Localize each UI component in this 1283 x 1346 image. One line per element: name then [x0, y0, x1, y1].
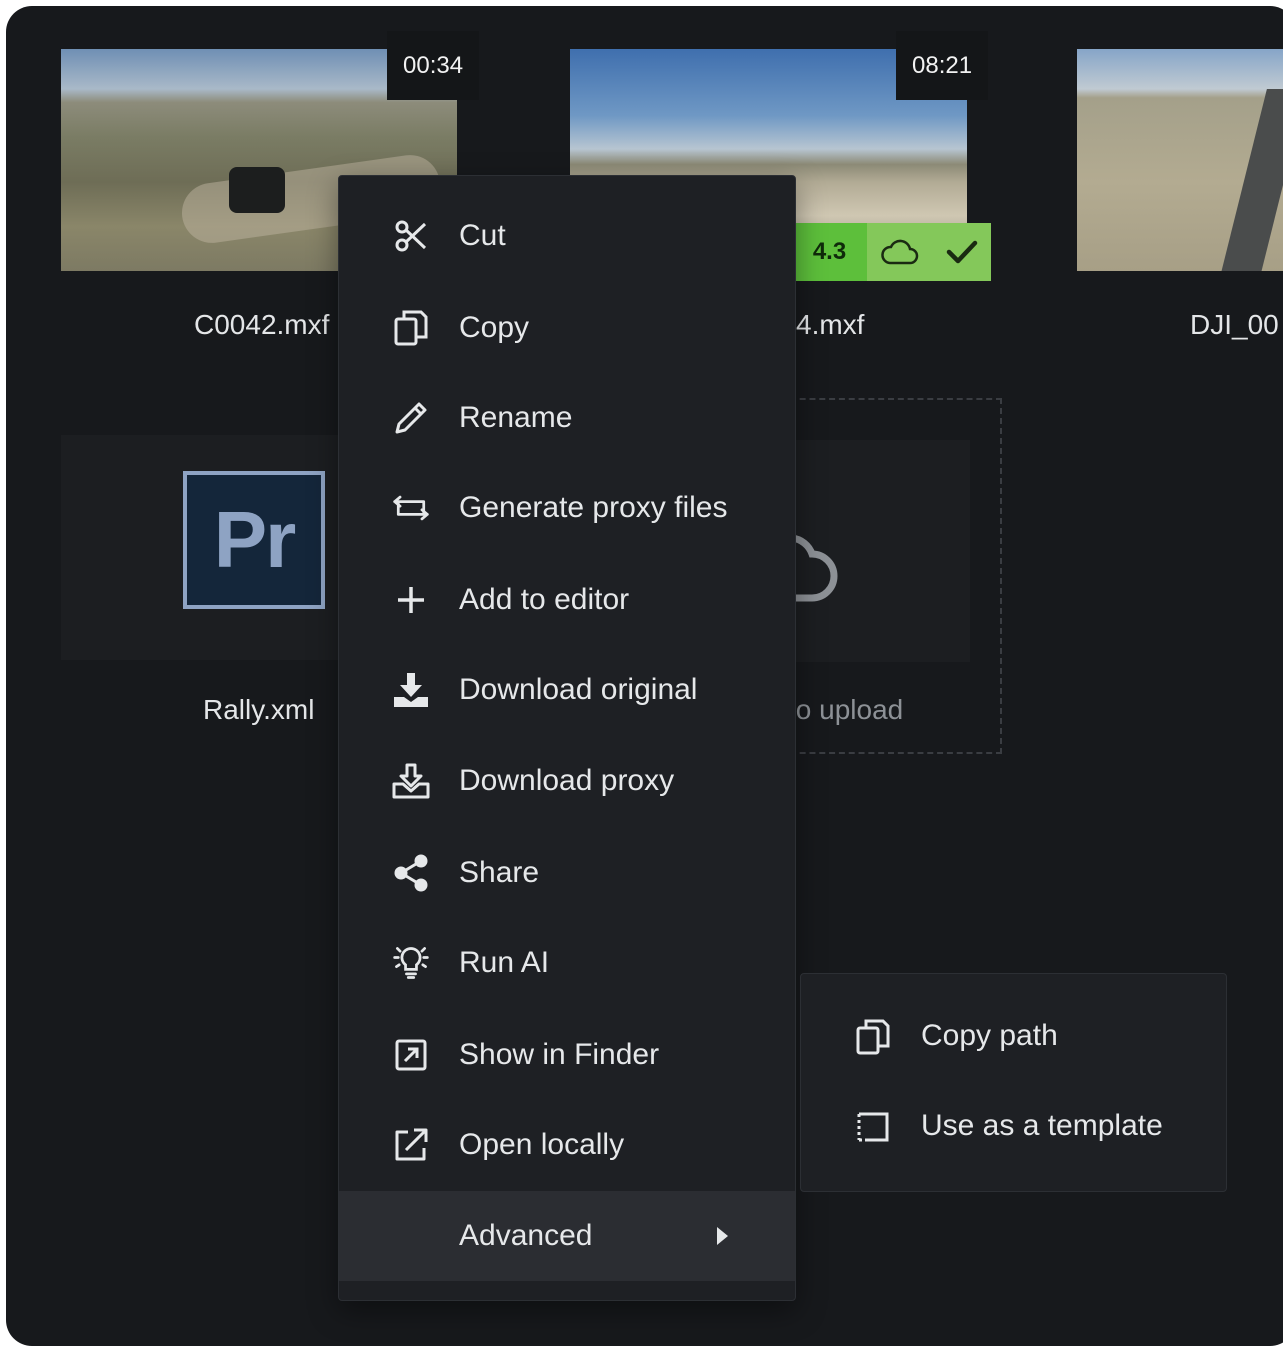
menu-item-download-proxy[interactable]: Download proxy [339, 736, 795, 826]
menu-item-label: Open locally [459, 1128, 625, 1161]
checkmark-icon [946, 239, 978, 265]
submenu-item-use-as-template[interactable]: Use as a template [801, 1082, 1226, 1172]
copy-icon [391, 308, 431, 348]
menu-item-label: Advanced [459, 1219, 593, 1252]
template-icon [853, 1107, 893, 1147]
menu-item-rename[interactable]: Rename [339, 373, 795, 463]
pencil-icon [391, 398, 431, 438]
file-name: Rally.xml [203, 694, 315, 725]
external-link-icon [391, 1125, 431, 1165]
menu-item-add-to-editor[interactable]: Add to editor [339, 555, 795, 645]
menu-item-label: Copy [459, 311, 530, 344]
chevron-right-icon [717, 1227, 728, 1245]
submenu-item-copy-path[interactable]: Copy path [801, 992, 1226, 1082]
reveal-icon [391, 1035, 431, 1075]
menu-item-label: Download proxy [459, 764, 675, 797]
premiere-logo: Pr [183, 471, 325, 609]
menu-item-advanced[interactable]: Advanced [339, 1191, 795, 1281]
menu-item-label: Rename [459, 401, 573, 434]
menu-item-label: Run AI [459, 946, 550, 979]
menu-item-label: Download original [459, 673, 698, 706]
file-name: C0042.mxf [194, 309, 330, 340]
menu-item-generate-proxy[interactable]: Generate proxy files [339, 463, 795, 553]
advanced-submenu: Copy path Use as a template [800, 973, 1227, 1192]
download-icon [391, 670, 431, 710]
menu-item-label: Show in Finder [459, 1038, 660, 1071]
submenu-item-label: Copy path [921, 1019, 1058, 1052]
duration-badge: 08:21 [896, 31, 989, 100]
menu-item-label: Generate proxy files [459, 491, 728, 524]
share-icon [391, 853, 431, 893]
plus-icon [391, 580, 431, 620]
duration-badge: 00:34 [387, 31, 480, 100]
thumbnail-road [1207, 89, 1283, 271]
menu-item-label: Cut [459, 219, 506, 252]
menu-item-share[interactable]: Share [339, 828, 795, 918]
menu-item-copy[interactable]: Copy [339, 283, 795, 373]
menu-item-show-in-finder[interactable]: Show in Finder [339, 1010, 795, 1100]
proxy-icon [391, 488, 431, 528]
cloud-icon [880, 238, 920, 266]
download-proxy-icon [391, 761, 431, 801]
file-name: 4.mxf [796, 309, 865, 340]
menu-item-open-locally[interactable]: Open locally [339, 1100, 795, 1190]
thumbnail-vehicle [229, 167, 285, 213]
scissors-icon [391, 216, 431, 256]
upload-text: to upload [788, 694, 904, 725]
menu-item-run-ai[interactable]: Run AI [339, 918, 795, 1008]
lightbulb-icon [391, 943, 431, 983]
submenu-item-label: Use as a template [921, 1109, 1163, 1142]
thumbnail-dji[interactable] [1077, 49, 1283, 271]
sync-status [867, 223, 991, 281]
menu-item-label: Share [459, 856, 540, 889]
status-badge: 4.3 [792, 223, 991, 281]
score-badge: 4.3 [792, 223, 867, 281]
copy-icon [853, 1017, 893, 1057]
file-name: DJI_00 [1190, 309, 1279, 340]
menu-item-download-original[interactable]: Download original [339, 645, 795, 735]
context-menu: Cut Copy Rename Generate proxy files Add… [338, 175, 796, 1301]
menu-item-cut[interactable]: Cut [339, 191, 795, 281]
menu-item-label: Add to editor [459, 583, 630, 616]
